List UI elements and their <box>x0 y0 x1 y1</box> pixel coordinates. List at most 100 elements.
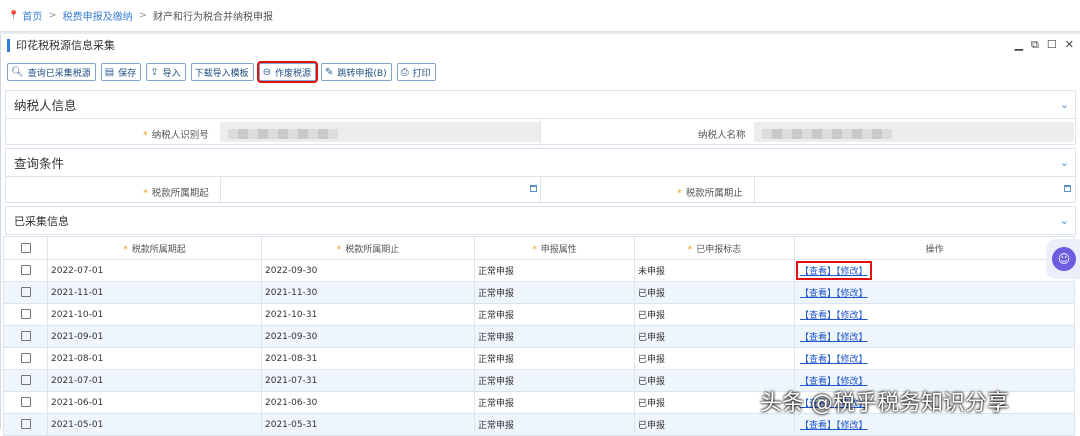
breadcrumb-tax-declaration[interactable]: 税费申报及缴纳 <box>63 8 133 23</box>
column-header: 操作 <box>794 236 1075 260</box>
cell-period-start: 2021-08-01 <box>47 347 262 370</box>
cell-declared-flag: 未申报 <box>634 259 795 282</box>
restore-icon[interactable]: ⧉ <box>1031 38 1039 52</box>
row-checkbox[interactable] <box>20 265 31 276</box>
chevron-down-icon[interactable]: ⌄ <box>1060 156 1069 169</box>
row-select-cell <box>3 325 48 348</box>
taxpayer-name-field <box>754 122 1074 142</box>
section-title: 已采集信息 <box>14 214 69 228</box>
cell-period-end: 2021-08-31 <box>261 347 475 370</box>
divider <box>754 177 755 204</box>
cell-period-start: 2021-10-01 <box>47 303 262 326</box>
save-button[interactable]: ▤ 保存 <box>100 63 142 81</box>
edit-link[interactable]: 【修改】 <box>836 267 868 277</box>
row-checkbox[interactable] <box>20 375 31 386</box>
edit-link[interactable]: 【修改】 <box>836 421 868 431</box>
breadcrumb-separator: > <box>138 10 147 21</box>
cell-period-end: 2021-11-30 <box>261 281 475 304</box>
row-checkbox[interactable] <box>20 287 31 298</box>
view-link[interactable]: 【查看】 <box>800 421 836 431</box>
select-all-checkbox[interactable] <box>20 242 31 253</box>
edit-link[interactable]: 【修改】 <box>836 355 868 365</box>
row-checkbox[interactable] <box>20 331 31 342</box>
table-row[interactable]: 2021-09-01 2021-09-30 正常申报 已申报 【查看】【修改】 <box>3 325 1075 348</box>
printer-icon: ⎙ <box>400 66 409 78</box>
section-header[interactable]: 查询条件 ⌄ <box>6 149 1075 177</box>
period-start-label: * 税款所属期起 <box>143 188 209 199</box>
chevron-down-icon[interactable]: ⌄ <box>1060 98 1069 111</box>
cell-period-end: 2022-09-30 <box>261 259 475 282</box>
breadcrumb-current: 财产和行为税合并纳税申报 <box>153 12 273 23</box>
section-title: 纳税人信息 <box>14 98 77 113</box>
save-icon: ▤ <box>104 66 115 78</box>
calendar-icon[interactable] <box>1064 185 1071 192</box>
cell-declare-attr: 正常申报 <box>474 259 635 282</box>
cell-period-start: 2022-07-01 <box>47 259 262 282</box>
cell-period-end: 2021-06-30 <box>261 391 475 414</box>
column-header: * 已申报标志 <box>634 236 795 260</box>
close-icon[interactable]: ✕ <box>1065 38 1074 52</box>
jump-declare-button[interactable]: ✎ 跳转申报(B) <box>321 63 392 81</box>
redacted-value <box>762 129 892 139</box>
maximize-icon[interactable]: ☐ <box>1047 38 1057 52</box>
toolbar: 🔍︎ 查询已采集税源 ▤ 保存 ⇪ 导入 下载导入模板 ⊖ 作废税源 ✎ 跳转申报(B) … <box>7 63 436 81</box>
view-link[interactable]: 【查看】 <box>800 289 836 299</box>
divider <box>540 119 541 146</box>
row-checkbox[interactable] <box>20 397 31 408</box>
row-select-cell <box>3 369 48 392</box>
cell-period-end: 2021-05-31 <box>261 413 475 436</box>
row-checkbox[interactable] <box>20 353 31 364</box>
cell-actions: 【查看】【修改】 <box>794 259 1075 282</box>
column-header: * 申报属性 <box>474 236 635 260</box>
button-label: 作废税源 <box>275 68 312 79</box>
import-button[interactable]: ⇪ 导入 <box>146 63 186 81</box>
divider <box>540 177 541 204</box>
section-header[interactable]: 纳税人信息 ⌄ <box>6 91 1075 119</box>
row-select-cell <box>3 413 48 436</box>
cell-period-end: 2021-07-31 <box>261 369 475 392</box>
table-row[interactable]: 2021-11-01 2021-11-30 正常申报 已申报 【查看】【修改】 <box>3 281 1075 304</box>
view-link[interactable]: 【查看】 <box>800 333 836 343</box>
taxpayer-id-field <box>220 122 540 142</box>
cell-declare-attr: 正常申报 <box>474 369 635 392</box>
minimize-icon[interactable]: ▁ <box>1015 38 1023 52</box>
row-checkbox[interactable] <box>20 419 31 430</box>
window-controls: ▁ ⧉ ☐ ✕ <box>1015 38 1074 52</box>
button-label: 保存 <box>118 68 137 79</box>
location-pin-icon: 📍 <box>8 10 20 21</box>
print-button[interactable]: ⎙ 打印 <box>396 63 436 81</box>
cell-declare-attr: 正常申报 <box>474 347 635 370</box>
view-link[interactable]: 【查看】 <box>800 267 836 277</box>
edit-icon: ✎ <box>325 66 334 78</box>
edit-link[interactable]: 【修改】 <box>836 333 868 343</box>
row-select-cell <box>3 259 48 282</box>
section-header[interactable]: 已采集信息 ⌄ <box>6 207 1075 235</box>
minus-circle-icon: ⊖ <box>262 66 271 78</box>
view-link[interactable]: 【查看】 <box>800 311 836 321</box>
assistant-float-button[interactable]: ☺ <box>1046 239 1080 279</box>
view-link[interactable]: 【查看】 <box>800 355 836 365</box>
edit-link[interactable]: 【修改】 <box>836 289 868 299</box>
cell-declare-attr: 正常申报 <box>474 391 635 414</box>
row-select-cell <box>3 281 48 304</box>
period-end-label: * 税款所属期止 <box>677 188 743 199</box>
query-collected-button[interactable]: 🔍︎ 查询已采集税源 <box>7 63 96 81</box>
table-row[interactable]: 2021-08-01 2021-08-31 正常申报 已申报 【查看】【修改】 <box>3 347 1075 370</box>
void-source-button[interactable]: ⊖ 作废税源 <box>258 63 317 81</box>
query-row: * 税款所属期起 * 税款所属期止 <box>6 177 1075 204</box>
cell-period-start: 2021-06-01 <box>47 391 262 414</box>
row-select-cell <box>3 391 48 414</box>
edit-link[interactable]: 【修改】 <box>836 311 868 321</box>
row-checkbox[interactable] <box>20 309 31 320</box>
cell-period-start: 2021-09-01 <box>47 325 262 348</box>
chevron-down-icon[interactable]: ⌄ <box>1060 214 1069 227</box>
title-accent-bar <box>7 38 10 52</box>
select-all-cell <box>3 236 48 260</box>
table-row[interactable]: 2022-07-01 2022-09-30 正常申报 未申报 【查看】【修改】 <box>3 259 1075 282</box>
cell-period-start: 2021-05-01 <box>47 413 262 436</box>
taxpayer-name-label: 纳税人名称 <box>698 130 746 141</box>
download-template-button[interactable]: 下载导入模板 <box>190 63 254 81</box>
calendar-icon[interactable] <box>530 185 537 192</box>
table-row[interactable]: 2021-10-01 2021-10-31 正常申报 已申报 【查看】【修改】 <box>3 303 1075 326</box>
breadcrumb-home[interactable]: 首页 <box>22 8 42 23</box>
